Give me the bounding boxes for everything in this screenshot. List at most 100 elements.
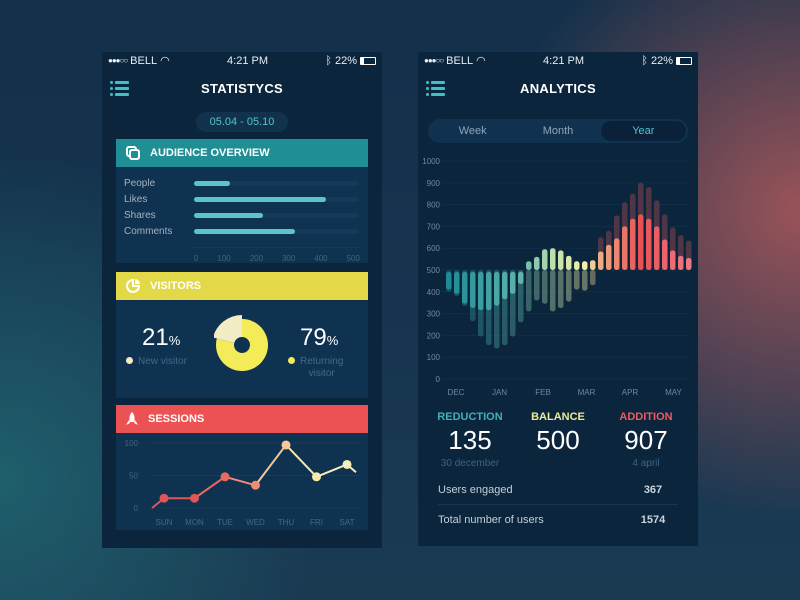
y-tick-label: 100 — [427, 353, 441, 362]
bar — [654, 226, 660, 270]
bar — [518, 272, 524, 284]
new-visitor-slice — [214, 315, 242, 344]
bar-shadow — [574, 270, 580, 290]
page-title: STATISTYCS — [201, 80, 283, 96]
battery-icon — [676, 56, 692, 65]
row-label: People — [124, 177, 156, 189]
x-tick-label: WED — [246, 518, 265, 527]
visitors-donut — [214, 315, 268, 371]
bar-shadow — [526, 270, 532, 312]
carrier: BELL — [130, 54, 158, 67]
pie-chart-icon — [126, 279, 140, 293]
page-title: ANALYTICS — [520, 80, 596, 96]
bar — [470, 272, 476, 308]
tab-year[interactable]: Year — [600, 121, 686, 141]
carrier: BELL — [446, 54, 474, 67]
data-point — [190, 493, 199, 503]
audience-row: Comments — [116, 223, 368, 239]
bar — [574, 261, 580, 270]
bar — [670, 250, 676, 270]
y-tick-label: 0 — [436, 375, 441, 384]
bar — [606, 244, 612, 270]
visitors-header: VISITORS — [116, 272, 368, 300]
battery-percent: 22% — [650, 54, 673, 67]
data-point — [251, 480, 260, 490]
legend-dot — [126, 357, 133, 364]
y-tick-label: 700 — [427, 222, 441, 231]
addition-stat: ADDITION 907 4 april — [619, 411, 673, 469]
x-tick-label: FRI — [310, 518, 323, 527]
bar — [598, 251, 604, 270]
bar-shadow — [534, 270, 540, 301]
x-tick-label: FEB — [535, 388, 551, 397]
bar — [630, 218, 636, 270]
data-point — [312, 472, 321, 482]
audience-title: AUDIENCE OVERVIEW — [150, 147, 270, 159]
x-tick-label: SAT — [340, 518, 355, 527]
bar — [646, 218, 652, 270]
data-point — [342, 459, 352, 469]
line-segment — [193, 475, 226, 500]
bar — [638, 214, 644, 270]
period-tabs: Week Month Year — [428, 119, 688, 143]
bar — [662, 239, 668, 270]
axis-tick: 300 — [281, 254, 296, 263]
line-segment — [254, 444, 287, 486]
visitors-title: VISITORS — [150, 280, 202, 292]
bar — [686, 258, 692, 270]
x-tick-label: TUE — [217, 518, 233, 527]
balance-stat: BALANCE 500 — [531, 411, 585, 455]
bar — [502, 272, 508, 300]
row-bar — [194, 212, 264, 218]
row-bar — [194, 180, 231, 186]
audience-axis: 0 100 200 300 400 500 — [194, 247, 360, 263]
total-users-row: Total number of users 1574 — [438, 514, 666, 526]
axis-tick: 200 — [249, 254, 264, 263]
data-point — [220, 472, 230, 482]
menu-icon[interactable] — [426, 81, 445, 96]
x-tick-label: DEC — [448, 388, 465, 397]
bar-shadow — [590, 270, 596, 286]
statistics-screen: ●●●○○ BELL ◠ 4:21 PM ᛒ 22% STATISTYCS 05.04… — [102, 52, 382, 548]
date-range-button[interactable]: 05.04 - 05.10 — [196, 112, 288, 132]
sessions-card: SESSIONS 100 50 0 SUN MON TUE WED THU FRI SAT — [116, 405, 368, 530]
y-tick-label: 200 — [427, 331, 441, 340]
signal-icon: ●●●○○ — [108, 56, 128, 65]
row-track — [194, 212, 359, 218]
x-tick-label: THU — [278, 518, 295, 527]
bar — [510, 272, 516, 294]
menu-icon[interactable] — [110, 81, 129, 96]
clock: 4:21 PM — [227, 54, 269, 67]
bar-shadow — [558, 270, 564, 309]
wifi-icon: ◠ — [476, 55, 486, 67]
x-tick-label: MON — [185, 518, 204, 527]
y-tick-label: 50 — [129, 472, 138, 481]
bar — [582, 261, 588, 270]
sessions-line-chart: 100 50 0 SUN MON TUE WED THU FRI SAT — [125, 439, 361, 527]
line-segment — [316, 463, 348, 478]
bar-shadow — [542, 270, 548, 304]
new-visitor-legend: New visitor — [126, 356, 187, 368]
signal-icon: ●●●○○ — [424, 56, 444, 65]
data-point — [159, 493, 169, 503]
battery-percent: 22% — [334, 54, 357, 67]
tab-week[interactable]: Week — [430, 121, 515, 141]
tab-month[interactable]: Month — [515, 121, 600, 141]
status-bar: ●●●○○ BELL ◠ 4:21 PM ᛒ 22% — [102, 52, 382, 69]
wifi-icon: ◠ — [160, 55, 170, 67]
row-track — [194, 180, 359, 186]
y-tick-label: 0 — [134, 504, 139, 513]
axis-tick: 100 — [217, 254, 231, 263]
returning-visitor-percent: 79% — [300, 324, 339, 351]
bar — [558, 250, 564, 270]
row-bar — [194, 228, 295, 234]
y-tick-label: 300 — [427, 310, 441, 319]
x-tick-label: SUN — [156, 518, 173, 527]
bar — [590, 260, 596, 270]
bar — [478, 272, 484, 311]
axis-tick: 0 — [194, 254, 199, 263]
row-track — [194, 196, 359, 202]
audience-row: Shares — [116, 207, 368, 223]
reduction-stat: REDUCTION 135 30 december — [437, 411, 503, 469]
line-segment — [224, 475, 256, 487]
